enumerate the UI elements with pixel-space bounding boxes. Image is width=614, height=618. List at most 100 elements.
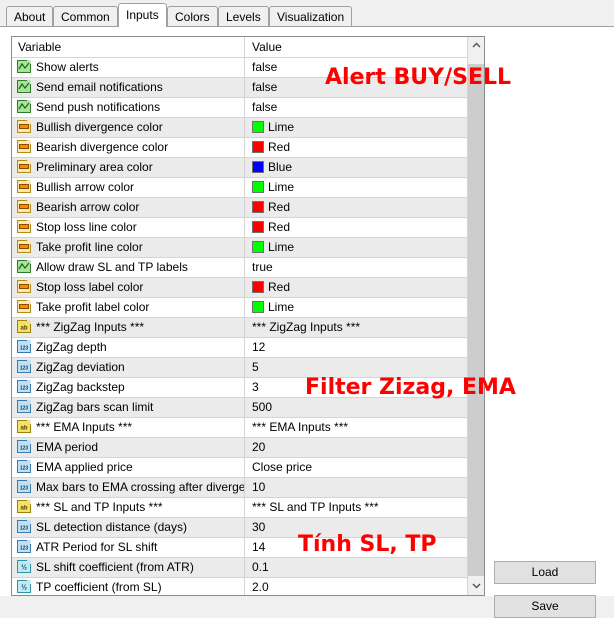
save-button[interactable]: Save — [494, 595, 596, 618]
cell-value[interactable]: Red — [246, 138, 468, 157]
table-row[interactable]: Show alerts false — [12, 58, 468, 78]
table-row[interactable]: 123 ATR Period for SL shift 14 — [12, 538, 468, 558]
table-row[interactable]: 123 ZigZag bars scan limit 500 — [12, 398, 468, 418]
table-row[interactable]: Send email notifications false — [12, 78, 468, 98]
cell-variable[interactable]: ½ TP coefficient (from SL) — [12, 578, 245, 595]
cell-value[interactable]: Close price — [246, 458, 468, 477]
scroll-up-button[interactable] — [468, 37, 484, 54]
cell-value[interactable]: 14 — [246, 538, 468, 557]
tab-about[interactable]: About — [6, 6, 54, 27]
tab-common[interactable]: Common — [53, 6, 118, 27]
svg-text:123: 123 — [20, 446, 29, 452]
cell-variable[interactable]: Bearish divergence color — [12, 138, 245, 157]
float-icon: ½ — [17, 580, 32, 594]
cell-variable[interactable]: 123 ZigZag backstep — [12, 378, 245, 397]
table-row[interactable]: Bearish divergence color Red — [12, 138, 468, 158]
column-header-value[interactable]: Value — [246, 37, 468, 57]
cell-value[interactable]: Red — [246, 278, 468, 297]
cell-variable[interactable]: Stop loss line color — [12, 218, 245, 237]
cell-value[interactable]: 5 — [246, 358, 468, 377]
cell-variable[interactable]: Take profit label color — [12, 298, 245, 317]
cell-value[interactable]: true — [246, 258, 468, 277]
cell-value[interactable]: Blue — [246, 158, 468, 177]
cell-value[interactable]: Lime — [246, 178, 468, 197]
table-row[interactable]: Take profit line color Lime — [12, 238, 468, 258]
cell-value[interactable]: *** ZigZag Inputs *** — [246, 318, 468, 337]
table-row[interactable]: ab *** ZigZag Inputs *** *** ZigZag Inputs… — [12, 318, 468, 338]
cell-value[interactable]: *** SL and TP Inputs *** — [246, 498, 468, 517]
table-row[interactable]: 123 Max bars to EMA crossing after diverg… — [12, 478, 468, 498]
cell-variable[interactable]: 123 EMA applied price — [12, 458, 245, 477]
cell-variable[interactable]: Preliminary area color — [12, 158, 245, 177]
cell-variable[interactable]: ½ SL shift coefficient (from ATR) — [12, 558, 245, 577]
grid-vertical-scrollbar[interactable] — [467, 37, 484, 595]
cell-variable[interactable]: Send email notifications — [12, 78, 245, 97]
table-row[interactable]: Allow draw SL and TP labels true — [12, 258, 468, 278]
scroll-down-button[interactable] — [468, 578, 484, 595]
tab-visualization[interactable]: Visualization — [269, 6, 353, 27]
table-row[interactable]: ½ TP coefficient (from SL) 2.0 — [12, 578, 468, 595]
cell-value[interactable]: 0.1 — [246, 558, 468, 577]
table-row[interactable]: Stop loss label color Red — [12, 278, 468, 298]
cell-variable[interactable]: ab *** EMA Inputs *** — [12, 418, 245, 437]
cell-variable[interactable]: 123 ZigZag depth — [12, 338, 245, 357]
table-row[interactable]: 123 ZigZag backstep 3 — [12, 378, 468, 398]
table-row[interactable]: Bullish divergence color Lime — [12, 118, 468, 138]
cell-variable[interactable]: Stop loss label color — [12, 278, 245, 297]
cell-value[interactable]: 3 — [246, 378, 468, 397]
table-row[interactable]: Stop loss line color Red — [12, 218, 468, 238]
cell-variable[interactable]: ab *** SL and TP Inputs *** — [12, 498, 245, 517]
cell-variable[interactable]: Show alerts — [12, 58, 245, 77]
table-row[interactable]: Preliminary area color Blue — [12, 158, 468, 178]
cell-value[interactable]: *** EMA Inputs *** — [246, 418, 468, 437]
cell-variable[interactable]: Allow draw SL and TP labels — [12, 258, 245, 277]
cell-variable[interactable]: 123 EMA period — [12, 438, 245, 457]
cell-value[interactable]: Lime — [246, 238, 468, 257]
color-icon — [17, 300, 32, 314]
scrollbar-thumb[interactable] — [468, 64, 484, 576]
table-row[interactable]: 123 SL detection distance (days) 30 — [12, 518, 468, 538]
table-row[interactable]: Take profit label color Lime — [12, 298, 468, 318]
table-row[interactable]: 123 ZigZag depth 12 — [12, 338, 468, 358]
table-row[interactable]: 123 EMA period 20 — [12, 438, 468, 458]
cell-variable[interactable]: 123 ZigZag bars scan limit — [12, 398, 245, 417]
cell-value[interactable]: 500 — [246, 398, 468, 417]
cell-value[interactable]: Red — [246, 218, 468, 237]
column-header-variable[interactable]: Variable — [12, 37, 245, 57]
table-row[interactable]: ab *** SL and TP Inputs *** *** SL and TP … — [12, 498, 468, 518]
cell-variable[interactable]: Bullish divergence color — [12, 118, 245, 137]
tab-levels[interactable]: Levels — [218, 6, 269, 27]
cell-variable[interactable]: Bullish arrow color — [12, 178, 245, 197]
cell-variable[interactable]: 123 SL detection distance (days) — [12, 518, 245, 537]
cell-value[interactable]: Lime — [246, 118, 468, 137]
table-row[interactable]: Bullish arrow color Lime — [12, 178, 468, 198]
cell-value[interactable]: false — [246, 98, 468, 117]
cell-value[interactable]: 20 — [246, 438, 468, 457]
cell-value[interactable]: Lime — [246, 298, 468, 317]
cell-value[interactable]: 12 — [246, 338, 468, 357]
tab-inputs[interactable]: Inputs — [118, 3, 167, 27]
table-row[interactable]: ab *** EMA Inputs *** *** EMA Inputs *** — [12, 418, 468, 438]
cell-variable[interactable]: 123 ZigZag deviation — [12, 358, 245, 377]
cell-variable[interactable]: Send push notifications — [12, 98, 245, 117]
cell-variable[interactable]: 123 ATR Period for SL shift — [12, 538, 245, 557]
cell-variable[interactable]: 123 Max bars to EMA crossing after diverg… — [12, 478, 245, 497]
load-button[interactable]: Load — [494, 561, 596, 584]
cell-value[interactable]: 30 — [246, 518, 468, 537]
cell-value[interactable]: Red — [246, 198, 468, 217]
cell-variable[interactable]: Take profit line color — [12, 238, 245, 257]
cell-variable[interactable]: ab *** ZigZag Inputs *** — [12, 318, 245, 337]
cell-value[interactable]: false — [246, 58, 468, 77]
table-row[interactable]: 123 EMA applied price Close price — [12, 458, 468, 478]
cell-value[interactable]: 2.0 — [246, 578, 468, 595]
table-row[interactable]: Send push notifications false — [12, 98, 468, 118]
table-row[interactable]: Bearish arrow color Red — [12, 198, 468, 218]
table-row[interactable]: 123 ZigZag deviation 5 — [12, 358, 468, 378]
color-icon — [17, 180, 32, 194]
cell-variable[interactable]: Bearish arrow color — [12, 198, 245, 217]
tab-colors[interactable]: Colors — [167, 6, 218, 27]
cell-value[interactable]: 10 — [246, 478, 468, 497]
cell-value[interactable]: false — [246, 78, 468, 97]
color-icon — [17, 200, 32, 214]
table-row[interactable]: ½ SL shift coefficient (from ATR) 0.1 — [12, 558, 468, 578]
